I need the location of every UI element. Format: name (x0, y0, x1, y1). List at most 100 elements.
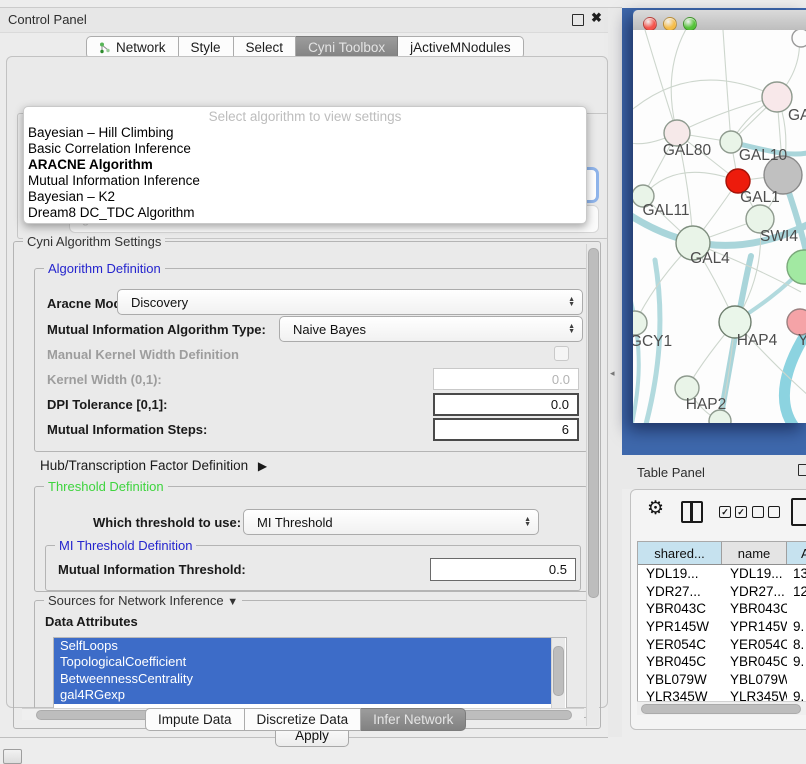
table-panel-card: ⚙ ✓✓ shared...nameA YDL19...YDL19...13YD… (630, 489, 806, 730)
cyni-toolbox-panel: gal-filtered.sif default node Select alg… (6, 56, 608, 708)
table-cell: YBR045C (722, 653, 787, 671)
node-table: shared...nameA YDL19...YDL19...13YDR27..… (637, 541, 806, 703)
mi-threshold-label: Mutual Information Threshold: (58, 562, 246, 577)
column-header-a[interactable]: A (787, 542, 806, 564)
algorithm-option-basic-correlation-inference[interactable]: Basic Correlation Inference (24, 141, 586, 157)
data-attributes-label: Data Attributes (45, 614, 138, 629)
table-hscrollbar[interactable] (637, 701, 806, 715)
table-cell: YDR27... (638, 583, 722, 601)
algorithm-option-dream8-dc-tdc-algorithm[interactable]: Dream8 DC_TDC Algorithm (24, 205, 586, 221)
attribute-list-vscrollbar[interactable] (551, 638, 565, 714)
network-node[interactable] (792, 30, 806, 47)
algorithm-option-bayesian-hill-climbing[interactable]: Bayesian – Hill Climbing (24, 125, 586, 141)
table-row[interactable]: YER054CYER054C8. (638, 635, 806, 653)
stepper-icon: ▲▼ (568, 297, 575, 307)
algorithm-option-mutual-information-inference[interactable]: Mutual Information Inference (24, 173, 586, 189)
network-edge (723, 30, 731, 142)
network-edge (645, 30, 677, 133)
mac-minimize-button[interactable] (663, 17, 677, 31)
hub-definition-toggle[interactable]: Hub/Transcription Factor Definition ▶ (40, 458, 267, 473)
float-window-icon[interactable] (572, 14, 584, 26)
mi-type-combo[interactable]: Naive Bayes ▲▼ (279, 316, 583, 342)
node-label-y: Y (798, 332, 806, 349)
attribute-item-topologicalcoefficient[interactable]: TopologicalCoefficient (54, 654, 557, 670)
mi-type-label: Mutual Information Algorithm Type: (47, 322, 266, 337)
mi-threshold-field[interactable]: 0.5 (430, 558, 576, 581)
kernel-width-field[interactable]: 0.0 (433, 368, 579, 390)
tab-impute-data[interactable]: Impute Data (145, 708, 245, 731)
stepper-icon: ▲▼ (568, 324, 575, 334)
manual-kernel-checkbox[interactable] (554, 346, 569, 361)
tab-infer-network[interactable]: Infer Network (361, 708, 466, 731)
collapse-down-icon[interactable]: ▼ (227, 596, 238, 608)
table-cell: YDL19... (638, 565, 722, 583)
network-view-window: GALGAL80GAL10GAL1GAL11SWI4GAL4GCY1HAP4YH… (633, 10, 806, 423)
network-canvas[interactable]: GALGAL80GAL10GAL1GAL11SWI4GAL4GCY1HAP4YH… (633, 30, 806, 423)
dpi-tolerance-label: DPI Tolerance [0,1]: (47, 397, 167, 412)
algorithm-dropdown-popup: Select algorithm to view settings Bayesi… (23, 106, 587, 224)
table-row[interactable]: YDR27...YDR27...12 (638, 583, 806, 601)
table-row[interactable]: YBL079WYBL079W (638, 671, 806, 689)
mi-type-value: Naive Bayes (280, 322, 366, 337)
aracne-mode-combo[interactable]: Discovery ▲▼ (117, 289, 583, 315)
mi-steps-field[interactable]: 6 (433, 418, 579, 441)
tab-label: Infer Network (373, 712, 453, 727)
table-row[interactable]: YDL19...YDL19...13 (638, 565, 806, 583)
tab-label: Cyni Toolbox (308, 40, 385, 55)
node-label-swi4: SWI4 (760, 228, 798, 245)
settings-vscrollbar[interactable] (586, 244, 599, 726)
column-header-shared[interactable]: shared... (638, 542, 722, 564)
network-icon (99, 42, 111, 54)
columns-icon[interactable] (681, 501, 703, 523)
table-cell: YPR145W (722, 618, 787, 636)
table-cell: YBR043C (638, 600, 722, 618)
table-float-window-icon[interactable] (798, 464, 806, 476)
cyni-algorithm-settings-group: Cyni Algorithm Settings Algorithm Defini… (13, 241, 601, 729)
expand-right-icon: ▶ (258, 459, 267, 473)
tab-discretize-data[interactable]: Discretize Data (245, 708, 362, 731)
table-cell: YPR145W (638, 618, 722, 636)
panel-splitter[interactable]: ◂ (608, 8, 622, 737)
table-panel-header: Table Panel (622, 455, 806, 489)
node-label-gal80: GAL80 (663, 142, 712, 159)
table-row[interactable]: YBR043CYBR043C (638, 600, 806, 618)
gear-icon[interactable]: ⚙ (647, 497, 664, 520)
node-label-gal4: GAL4 (690, 250, 730, 267)
column-header-name[interactable]: name (722, 542, 787, 564)
attribute-item-selfloops[interactable]: SelfLoops (54, 638, 557, 654)
threshold-definition-title: Threshold Definition (44, 479, 168, 494)
algorithm-option-aracne-algorithm[interactable]: ARACNE Algorithm (24, 157, 586, 173)
attribute-item-betweennesscentrality[interactable]: BetweennessCentrality (54, 671, 557, 687)
table-body: YDL19...YDL19...13YDR27...YDR27...12YBR0… (638, 565, 806, 703)
algorithm-definition-group: Algorithm Definition Aracne Mode: Discov… (34, 268, 588, 452)
table-row[interactable]: YPR145WYPR145W9. (638, 618, 806, 636)
network-node[interactable] (633, 311, 647, 335)
table-header-row: shared...nameA (638, 542, 806, 565)
mac-close-button[interactable] (643, 17, 657, 31)
node-label-gal11: GAL11 (642, 202, 689, 219)
attribute-item-gal4rgexp[interactable]: gal4RGexp (54, 687, 557, 703)
mi-threshold-definition-title: MI Threshold Definition (55, 538, 196, 553)
mi-steps-label: Mutual Information Steps: (47, 422, 207, 437)
data-attributes-list[interactable]: SelfLoopsTopologicalCoefficientBetweenne… (53, 637, 567, 717)
dpi-tolerance-field[interactable]: 0.0 (433, 393, 579, 416)
new-table-icon[interactable] (791, 498, 806, 526)
network-edge (643, 172, 738, 196)
mac-zoom-button[interactable] (683, 17, 697, 31)
threshold-definition-group: Threshold Definition Which threshold to … (34, 486, 588, 592)
table-cell: 9. (787, 653, 806, 671)
deselect-all-checks-icon[interactable] (752, 506, 780, 518)
network-edge (671, 30, 689, 133)
network-edge (677, 97, 777, 133)
splitter-collapse-icon[interactable]: ◂ (610, 368, 615, 379)
table-panel-title: Table Panel (637, 465, 705, 480)
which-threshold-combo[interactable]: MI Threshold ▲▼ (243, 509, 539, 535)
close-icon[interactable]: ✖ (591, 10, 602, 26)
network-window-titlebar[interactable] (633, 10, 806, 31)
table-row[interactable]: YBR045CYBR045C9. (638, 653, 806, 671)
algorithm-dropdown-prompt: Select algorithm to view settings (24, 108, 586, 125)
node-label-gal10: GAL10 (739, 147, 788, 164)
tab-label: Network (116, 40, 166, 55)
algorithm-option-bayesian-k2[interactable]: Bayesian – K2 (24, 189, 586, 205)
select-all-checks-icon[interactable]: ✓✓ (719, 506, 747, 518)
